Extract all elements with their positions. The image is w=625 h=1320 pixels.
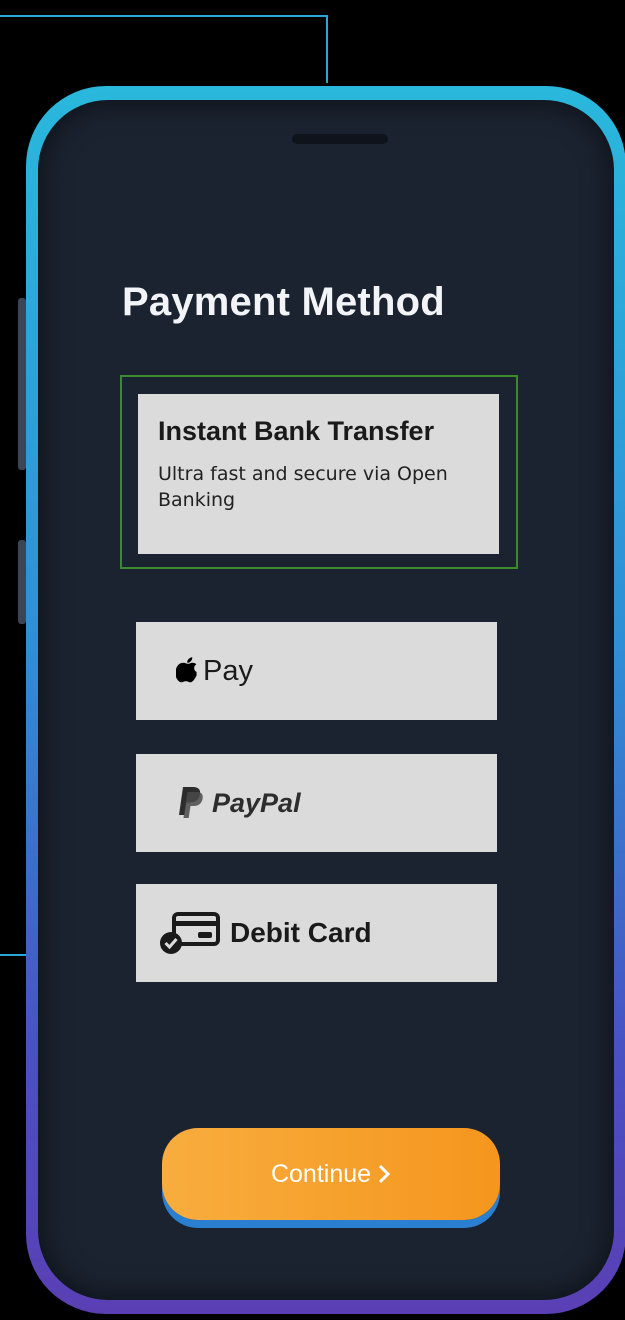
continue-button-label: Continue [270, 1159, 372, 1188]
chevron-right-icon [378, 1164, 391, 1184]
decor-line-top [0, 15, 328, 17]
decor-line-top-vertical [326, 15, 328, 83]
option-paypal[interactable]: PayPal [136, 754, 497, 852]
option-apple-pay[interactable]: Pay [136, 622, 497, 720]
option-instant-bank-transfer[interactable]: Instant Bank Transfer Ultra fast and sec… [138, 394, 499, 554]
continue-button[interactable]: Continue [162, 1128, 500, 1220]
paypal-label: PayPal [212, 787, 301, 818]
paypal-icon [179, 787, 203, 818]
page-title: Payment Method [122, 280, 445, 324]
apple-pay-label: Pay [203, 654, 253, 687]
option-description: Ultra fast and secure via Open Banking [158, 463, 448, 511]
phone-speaker-notch [292, 134, 388, 144]
phone-side-button-lower [18, 540, 26, 624]
credit-card-check-icon [160, 912, 220, 954]
phone-side-button-upper [18, 298, 26, 470]
option-title: Instant Bank Transfer [158, 416, 435, 446]
option-debit-card[interactable]: Debit Card [136, 884, 497, 982]
debit-card-label: Debit Card [230, 917, 372, 948]
apple-icon [176, 657, 197, 683]
